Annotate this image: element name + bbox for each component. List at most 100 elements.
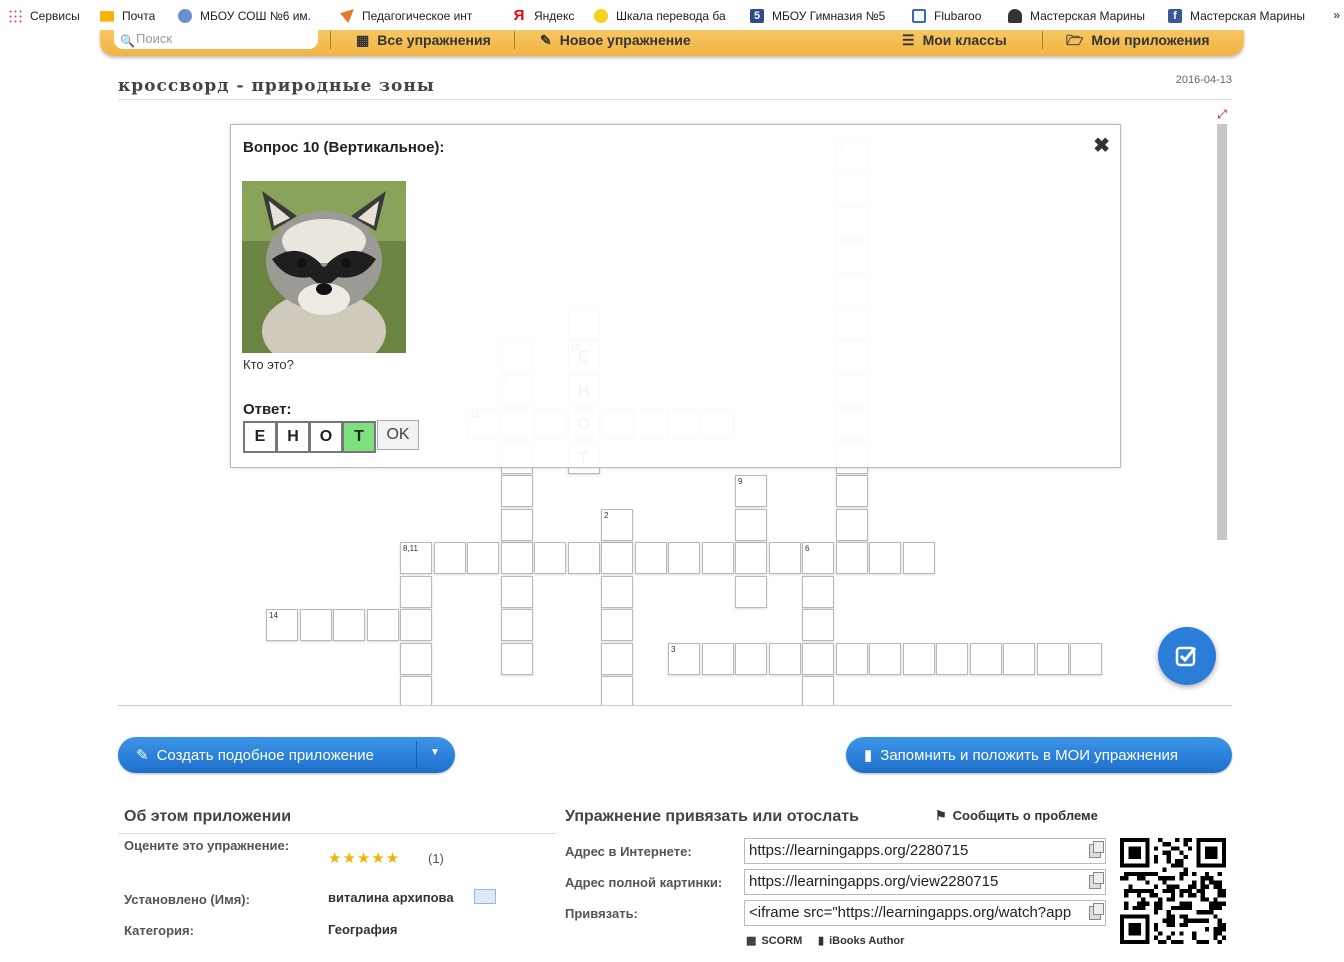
scrollbar[interactable]: ▼ — [1214, 108, 1230, 700]
crossword-cell[interactable] — [701, 642, 734, 675]
crossword-cell[interactable] — [902, 642, 935, 675]
crossword-cell[interactable] — [500, 642, 533, 675]
crossword-cell[interactable] — [835, 508, 868, 541]
crossword-cell[interactable] — [835, 542, 868, 574]
search-input[interactable]: 🔍 Поиск — [114, 30, 318, 49]
crossword-cell[interactable] — [701, 542, 734, 574]
report-problem-link[interactable]: ⚑ Сообщить о проблеме — [935, 808, 1098, 824]
nav-new-exercise[interactable]: ✎ Новое упражнение — [540, 30, 691, 50]
facebook-icon: f — [1168, 9, 1182, 23]
crossword-cell[interactable]: 14 — [266, 609, 298, 641]
save-to-my-exercises-button[interactable]: ▮ Запомнить и положить в МОИ упражнения — [846, 737, 1232, 773]
crossword-cell[interactable] — [400, 642, 432, 675]
crossword-cell[interactable] — [601, 676, 633, 705]
copy-icon[interactable] — [1089, 903, 1104, 920]
crossword-cell[interactable] — [835, 475, 868, 507]
bookmark-flubaroo[interactable]: Flubaroo — [912, 9, 996, 23]
scorm-link[interactable]: ▩ SCORM — [746, 934, 802, 948]
crossword-cell[interactable] — [735, 542, 767, 574]
nav-all-exercises[interactable]: ▦ Все упражнения — [356, 30, 491, 50]
crossword-cell[interactable] — [969, 642, 1002, 675]
crossword-cell[interactable]: 3 — [668, 642, 700, 675]
crossword-cell[interactable] — [567, 542, 600, 574]
envelope-icon[interactable] — [474, 889, 496, 904]
bookmark-pedagog[interactable]: Педагогическое инт — [340, 9, 500, 23]
crossword-cell[interactable] — [668, 542, 700, 574]
crossword-cell[interactable] — [601, 642, 633, 675]
embed-title: Упражнение привязать или отослать — [565, 808, 859, 825]
crossword-cell[interactable] — [634, 542, 667, 574]
crossword-cell[interactable] — [735, 508, 767, 541]
bookmark-services[interactable]: Сервисы — [8, 9, 88, 23]
answer-letter-box[interactable]: Е — [243, 421, 277, 453]
answer-letter-box-active[interactable]: Т — [342, 421, 376, 453]
crossword-cell[interactable] — [768, 542, 801, 574]
close-icon[interactable]: ✖ — [1093, 133, 1110, 158]
crossword-cell[interactable]: 8,11 — [400, 542, 432, 574]
ibooks-link[interactable]: ▮ iBooks Author — [818, 934, 904, 948]
crossword-cell[interactable] — [802, 642, 834, 675]
crossword-cell[interactable] — [500, 542, 533, 574]
answer-letter-box[interactable]: Н — [276, 421, 310, 453]
scrollbar-thumb[interactable] — [1217, 124, 1227, 540]
crossword-cell[interactable] — [768, 642, 801, 675]
crossword-cell[interactable] — [601, 609, 633, 641]
crossword-cell[interactable] — [400, 676, 432, 705]
embed-code-field[interactable]: <iframe src="https://learningapps.org/wa… — [744, 900, 1106, 926]
copy-icon[interactable] — [1089, 872, 1104, 889]
crossword-cell[interactable]: 6 — [802, 542, 834, 574]
nav-my-apps[interactable]: 🗁 Мои приложения — [1066, 30, 1210, 50]
caret-down-icon[interactable]: ▼ — [430, 747, 440, 758]
crossword-cell[interactable] — [500, 609, 533, 641]
bookmark-masterskaya-fb[interactable]: f Мастерская Марины — [1168, 9, 1318, 23]
copy-icon[interactable] — [1089, 841, 1104, 858]
author-name: виталина архипова — [328, 890, 454, 905]
crossword-cell[interactable] — [500, 508, 533, 541]
crossword-cell[interactable] — [936, 642, 968, 675]
crossword-cell[interactable] — [735, 575, 767, 608]
crossword-cell[interactable] — [735, 642, 767, 675]
crossword-cell[interactable] — [1070, 642, 1102, 675]
bookmark-scale[interactable]: Шкала перевода ба — [594, 9, 738, 23]
bookmark-masterskaya[interactable]: Мастерская Марины — [1008, 9, 1156, 23]
divider — [118, 833, 556, 834]
answer-letter-box[interactable]: О — [309, 421, 343, 453]
crossword-cell[interactable] — [802, 609, 834, 641]
url-field[interactable]: https://learningapps.org/2280715 — [744, 838, 1106, 864]
crossword-cell[interactable] — [802, 676, 834, 705]
crossword-cell[interactable] — [366, 609, 399, 641]
crossword-cell[interactable] — [299, 609, 332, 641]
create-similar-button[interactable]: ✎ Создать подобное приложение ▼ — [118, 737, 455, 773]
crossword-cell[interactable] — [902, 542, 935, 574]
crossword-cell[interactable] — [1003, 642, 1035, 675]
full-url-field[interactable]: https://learningapps.org/view2280715 — [744, 869, 1106, 895]
bookmark-gymnasium[interactable]: 5 МБОУ Гимназия №5 — [750, 9, 900, 23]
crossword-cell[interactable] — [467, 542, 499, 574]
bookmark-mail[interactable]: Почта — [100, 9, 166, 23]
crossword-cell[interactable] — [601, 575, 633, 608]
crossword-cell[interactable] — [869, 642, 901, 675]
rating-stars[interactable]: ★★★★★ — [328, 849, 400, 867]
crossword-cell[interactable] — [601, 542, 633, 574]
crossword-cell[interactable] — [1036, 642, 1069, 675]
crossword-cell[interactable]: 9 — [735, 475, 767, 507]
crossword-cell[interactable] — [500, 475, 533, 507]
crossword-cell[interactable] — [869, 542, 901, 574]
crossword-cell[interactable] — [802, 575, 834, 608]
crossword-cell[interactable] — [500, 575, 533, 608]
crossword-cell[interactable] — [534, 542, 566, 574]
crossword-cell[interactable] — [400, 575, 432, 608]
bookmark-school6[interactable]: МБОУ СОШ №6 им. — [178, 9, 328, 23]
crossword-cell[interactable] — [835, 642, 868, 675]
crossword-cell[interactable] — [333, 609, 365, 641]
crossword-cell[interactable] — [400, 609, 432, 641]
fullscreen-icon[interactable]: ⤢ — [1214, 108, 1230, 122]
crossword-cell[interactable] — [433, 542, 466, 574]
ok-button[interactable]: OK — [377, 420, 419, 450]
bookmark-yandex[interactable]: Я Яндекс — [512, 9, 582, 23]
crossword-cell[interactable]: 2 — [601, 508, 633, 541]
nav-my-classes[interactable]: ☰ Мои классы — [902, 30, 1007, 50]
category-value: География — [328, 922, 398, 937]
bookmarks-more-button[interactable]: » — [1333, 8, 1340, 22]
check-answers-button[interactable] — [1158, 627, 1216, 685]
